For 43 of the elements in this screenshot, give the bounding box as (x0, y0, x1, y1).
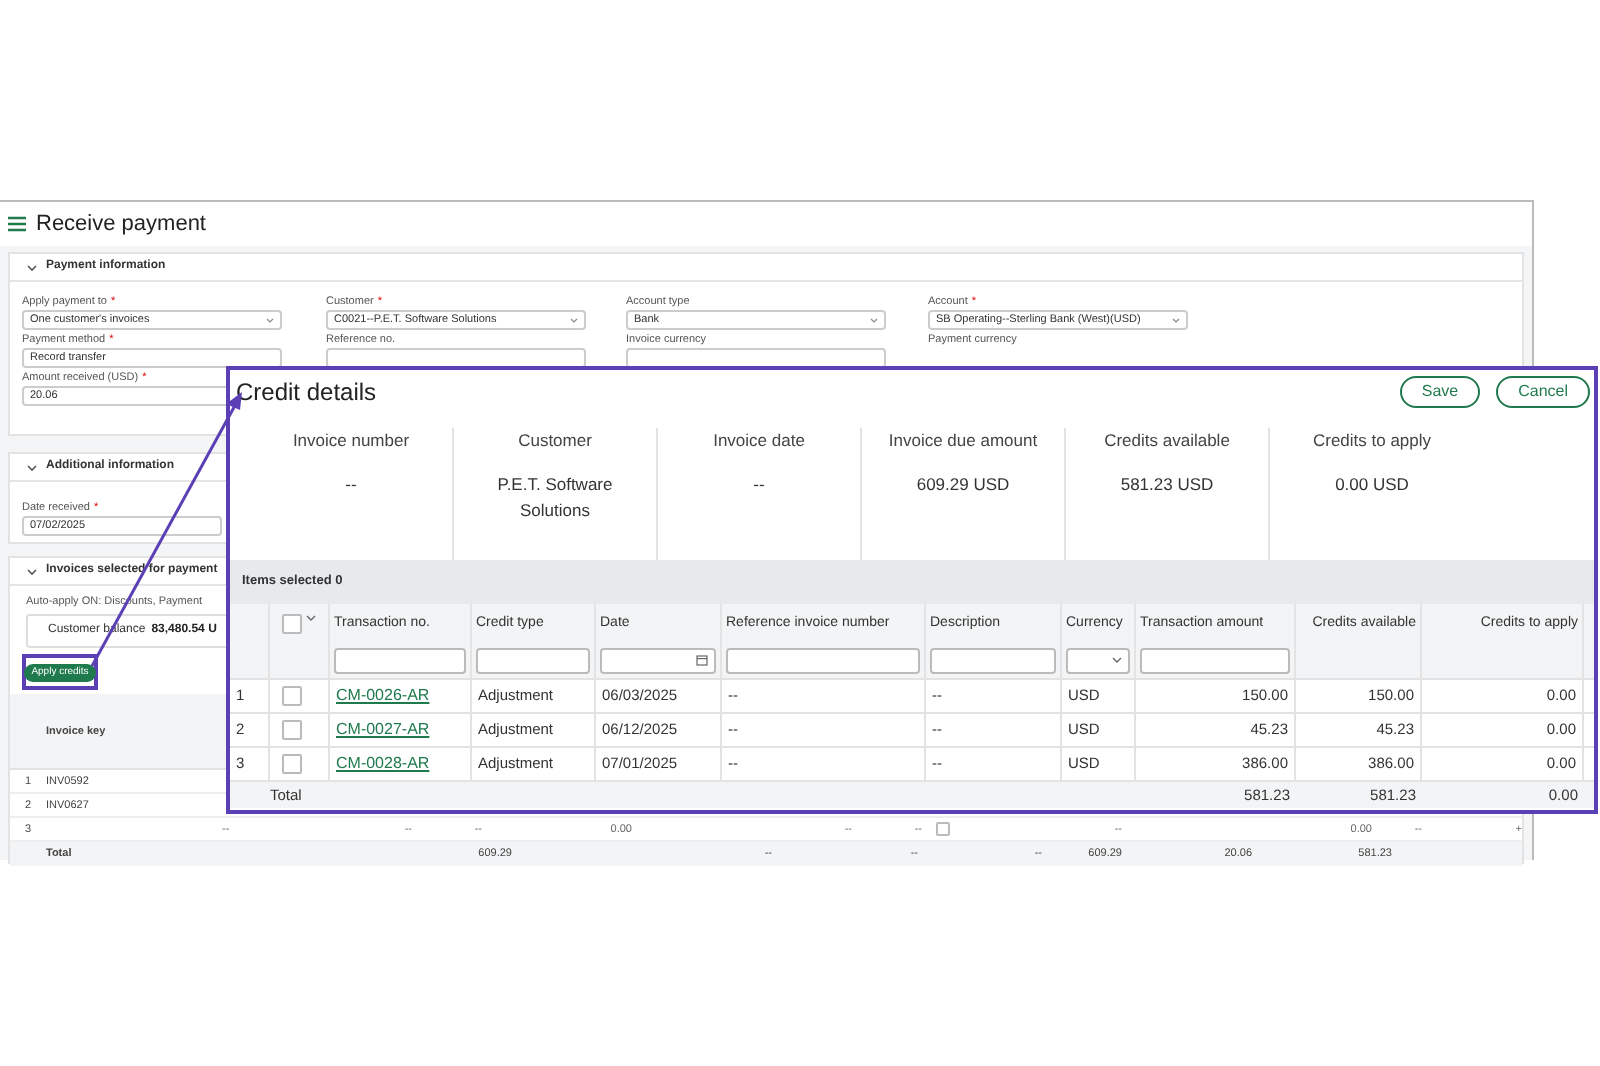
filter-field[interactable] (930, 647, 1056, 673)
input-field[interactable] (626, 348, 886, 368)
summary-value: 0.00 USD (1333, 471, 1411, 498)
summary-value: -- (751, 471, 767, 498)
filter-field[interactable] (1140, 647, 1290, 673)
filter-field[interactable] (726, 647, 920, 673)
input-field[interactable] (326, 348, 586, 368)
caret-icon (870, 317, 878, 323)
summary-label: Credits to apply (1312, 428, 1432, 454)
calendar-icon (696, 654, 708, 666)
caret-icon (266, 317, 274, 323)
caret-icon (1112, 656, 1122, 664)
checkbox[interactable] (282, 720, 302, 740)
checkbox[interactable] (282, 614, 302, 634)
summary-label: Invoice number (292, 428, 410, 454)
transaction-link[interactable]: CM-0026-AR (336, 684, 430, 708)
summary-label: Invoice date (713, 428, 805, 454)
checkbox[interactable] (935, 822, 949, 837)
transaction-link[interactable]: CM-0027-AR (336, 718, 430, 742)
summary-value: 609.29 USD (914, 471, 1012, 498)
caret-icon (1172, 317, 1180, 323)
summary-label: Customer (518, 428, 592, 454)
summary-value: 581.23 USD (1118, 471, 1216, 498)
summary-label: Invoice due amount (888, 428, 1038, 454)
cancel-button[interactable]: Cancel (1496, 375, 1590, 407)
summary-label: Credits available (1104, 428, 1230, 454)
filter-select[interactable] (1066, 647, 1130, 673)
page-title: Receive payment (36, 209, 206, 240)
save-button[interactable]: Save (1399, 375, 1481, 407)
menu-icon[interactable] (8, 216, 26, 232)
summary-value: -- (343, 471, 359, 498)
caret-icon (570, 317, 578, 323)
checkbox[interactable] (282, 686, 302, 706)
chevron-icon[interactable] (26, 461, 38, 473)
chevron-icon[interactable] (26, 565, 38, 577)
checkbox[interactable] (282, 754, 302, 774)
transaction-link[interactable]: CM-0028-AR (336, 752, 430, 776)
filter-field[interactable] (476, 647, 590, 673)
chevron-icon[interactable] (26, 261, 38, 273)
date-filter-field[interactable] (600, 647, 716, 673)
caret-icon[interactable] (306, 614, 316, 622)
summary-value: P.E.T. Software Solutions (495, 471, 615, 524)
filter-field[interactable] (334, 647, 466, 673)
